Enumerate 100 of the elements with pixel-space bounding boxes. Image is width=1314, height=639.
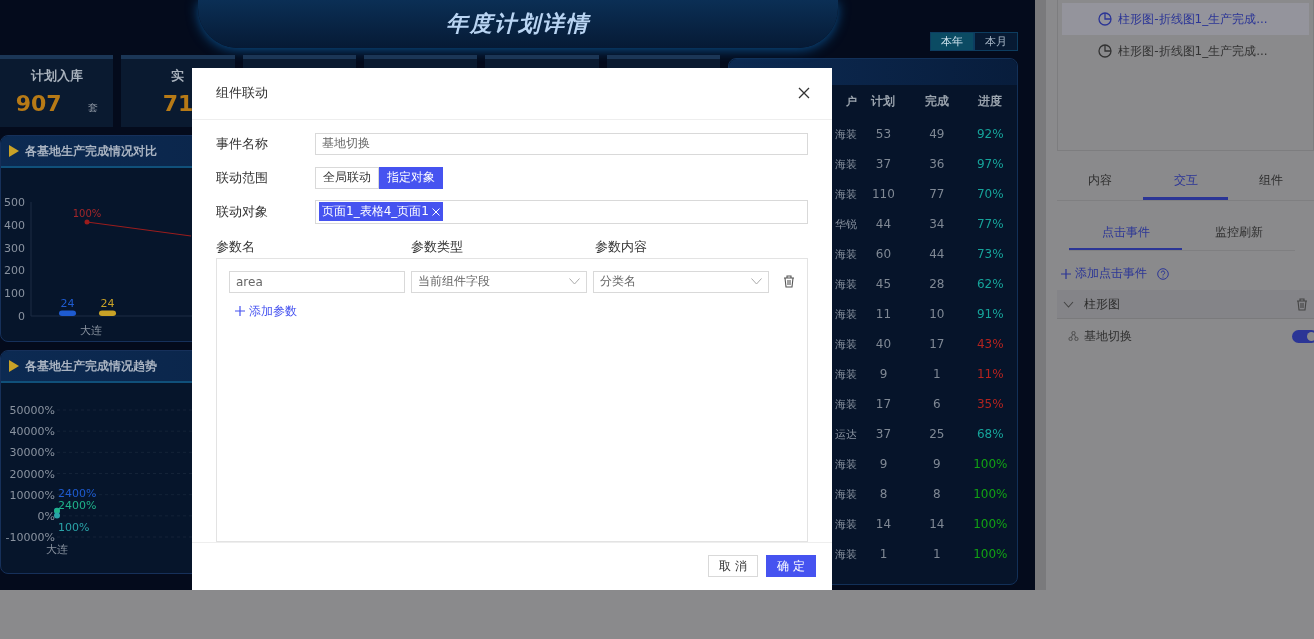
- plus-icon: [235, 306, 245, 317]
- axis-tick-label: 10000%: [9, 488, 55, 502]
- table-cell-text: 100%: [972, 487, 1009, 501]
- table-cell-text: 34: [928, 217, 946, 231]
- axis-tick-label: 500: [4, 196, 25, 209]
- event-group-header[interactable]: 柱形图: [1057, 290, 1314, 319]
- table-cell-text: 97%: [975, 157, 1005, 171]
- table-cell: 海装: [833, 516, 857, 532]
- table-cell-text: 73%: [975, 247, 1005, 261]
- table-cell: 海装: [833, 366, 857, 382]
- select-field[interactable]: 当前组件字段: [411, 270, 587, 293]
- field-label: 联动对象: [216, 202, 269, 221]
- add-param-link[interactable]: 添加参数: [235, 302, 795, 320]
- select-field[interactable]: 页面1_表格4_页面1: [315, 199, 808, 224]
- column-header: 计划: [869, 92, 897, 110]
- pie-chart-icon: [1098, 12, 1113, 26]
- table-cell-text: 9: [878, 457, 889, 471]
- axis-tick-label: 300: [4, 241, 25, 255]
- axis-tick-label: -10000%: [5, 531, 55, 544]
- column-header: 参数内容: [595, 237, 647, 256]
- table-cell-text: 9: [932, 457, 942, 471]
- table-cell-text: 6: [932, 397, 942, 411]
- axis-tick-label: 0%: [37, 509, 55, 523]
- field-label: 事件名称: [216, 134, 269, 153]
- data-label: 2400%: [58, 486, 97, 500]
- column-header: 户: [844, 93, 857, 109]
- kpi-value: 907: [15, 91, 62, 116]
- axis-tick-label: 40000%: [9, 425, 55, 439]
- trash-icon[interactable]: [1296, 297, 1308, 311]
- data-label: 2400%: [58, 498, 97, 512]
- kpi-label: 实: [171, 67, 185, 85]
- table-cell-text: 100%: [972, 517, 1009, 531]
- table-cell-text: 91%: [975, 307, 1005, 321]
- table-cell-text: 77: [928, 187, 946, 201]
- panel-tab[interactable]: 组件: [1228, 165, 1314, 200]
- dashboard-title: 年度计划详情: [445, 10, 590, 38]
- add-event-link[interactable]: 添加点击事件: [1061, 265, 1314, 282]
- input-field[interactable]: area: [229, 270, 405, 293]
- dialog-title: 组件联动: [216, 84, 268, 103]
- component-item[interactable]: 柱形图-折线图1_生产完成...: [1062, 3, 1309, 35]
- period-tab[interactable]: 本年: [930, 32, 974, 51]
- table-cell-text: 70%: [975, 187, 1005, 201]
- segment-option[interactable]: 指定对象: [379, 166, 443, 189]
- bar: [59, 310, 76, 316]
- table-cell-text: 100%: [972, 457, 1009, 471]
- select-field[interactable]: 分类名: [593, 270, 769, 293]
- table-cell-text: 40: [874, 337, 893, 351]
- axis-tick-label: 400: [4, 218, 25, 232]
- sub-tab[interactable]: 监控刷新: [1182, 217, 1296, 250]
- pie-chart-icon: [1098, 44, 1113, 58]
- table-cell-text: 53: [874, 127, 893, 141]
- table-cell-text: 1: [932, 367, 942, 381]
- period-tab[interactable]: 本月: [974, 32, 1018, 51]
- axis-tick-label: 0: [18, 310, 25, 323]
- axis-tick-label: 20000%: [9, 467, 55, 481]
- target-tag[interactable]: 页面1_表格4_页面1: [319, 202, 443, 222]
- confirm-button[interactable]: 确 定: [766, 555, 816, 578]
- table-cell-text: 35%: [975, 397, 1005, 411]
- cancel-button[interactable]: 取 消: [708, 555, 759, 578]
- help-icon: [1157, 267, 1170, 280]
- column-header: 参数类型: [411, 237, 464, 256]
- table-cell: 海装: [833, 336, 857, 352]
- data-label: 100%: [58, 520, 90, 534]
- table-cell-text: 43%: [975, 337, 1005, 351]
- toggle-switch[interactable]: [1292, 329, 1314, 343]
- table-cell: 运达: [833, 426, 857, 442]
- sub-tab[interactable]: 点击事件: [1069, 217, 1183, 250]
- group-label: 柱形图: [1084, 295, 1122, 313]
- panel-tab[interactable]: 交互: [1142, 165, 1229, 200]
- table-cell: 海装: [833, 156, 857, 172]
- kpi-label: 计划入库: [30, 67, 83, 85]
- data-label: 24: [100, 296, 115, 310]
- axis-tick-label: 30000%: [9, 446, 55, 460]
- table-cell-text: 11: [874, 307, 893, 321]
- panel-tab[interactable]: 内容: [1057, 165, 1143, 200]
- table-cell-text: 44: [928, 247, 946, 261]
- table-cell-text: 14: [928, 517, 946, 531]
- table-cell: 海装: [833, 306, 857, 322]
- table-cell-text: 44: [874, 217, 893, 231]
- table-cell-text: 17: [928, 337, 946, 351]
- input-field[interactable]: 基地切换: [315, 132, 808, 155]
- component-item[interactable]: 柱形图-折线图1_生产完成...: [1062, 35, 1309, 67]
- close-icon[interactable]: [798, 87, 810, 100]
- table-cell: 海装: [833, 126, 857, 142]
- table-cell-text: 1: [878, 547, 889, 561]
- segment-option[interactable]: 全局联动: [315, 166, 379, 189]
- table-cell: 海装: [833, 456, 857, 472]
- table-cell-text: 77%: [975, 217, 1005, 231]
- chevron-icon: [751, 278, 762, 286]
- trash-icon[interactable]: [783, 275, 795, 289]
- table-cell-text: 92%: [975, 127, 1005, 141]
- table-cell: 海装: [833, 246, 857, 262]
- axis-category-label: 大连: [46, 543, 68, 556]
- table-cell-text: 8: [878, 487, 889, 501]
- column-header: 进度: [977, 92, 1004, 110]
- triangle-icon: [9, 360, 19, 372]
- event-label: 基地切换: [1084, 327, 1134, 345]
- axis-tick-label: 100: [4, 287, 25, 301]
- table-cell: 海装: [833, 276, 857, 292]
- nodes-icon: [1067, 331, 1081, 341]
